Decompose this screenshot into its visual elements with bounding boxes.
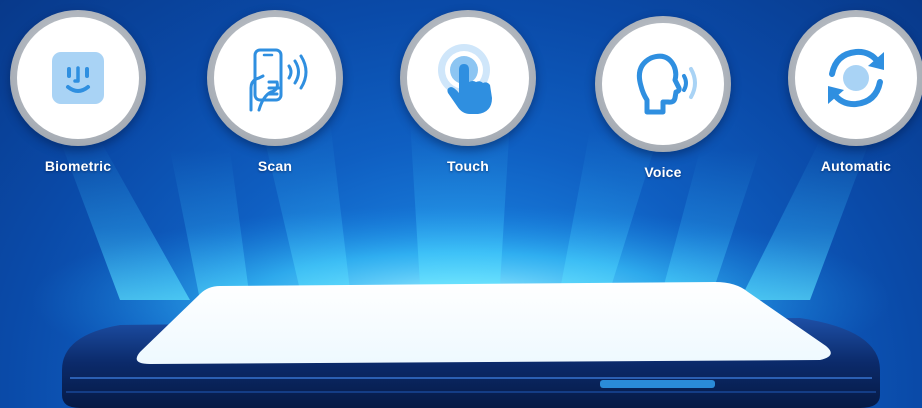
method-label: Touch [447, 158, 489, 174]
phone-screen [136, 282, 831, 364]
sync-icon [828, 48, 884, 108]
method-touch: Touch [398, 10, 538, 174]
method-biometric: Biometric [8, 10, 148, 174]
method-scan: Scan [205, 10, 345, 174]
hero-illustration: Biometric Scan Touch Voice Automatic [0, 0, 922, 408]
face-recognition-icon [52, 52, 104, 104]
method-automatic: Automatic [786, 10, 922, 174]
method-label: Automatic [820, 158, 892, 174]
method-badge [400, 10, 536, 146]
interaction-methods: Biometric Scan Touch Voice Automatic [0, 0, 922, 190]
side-button [600, 380, 715, 388]
touch-icon [438, 44, 492, 114]
method-voice: Voice [593, 16, 733, 180]
method-label: Voice [644, 164, 682, 180]
method-badge [10, 10, 146, 146]
method-badge [207, 10, 343, 146]
method-label: Scan [257, 158, 293, 174]
method-badge [595, 16, 731, 152]
method-label: Biometric [44, 158, 112, 174]
voice-icon [636, 53, 697, 115]
phone-scan-icon [249, 48, 308, 112]
method-badge [788, 10, 922, 146]
